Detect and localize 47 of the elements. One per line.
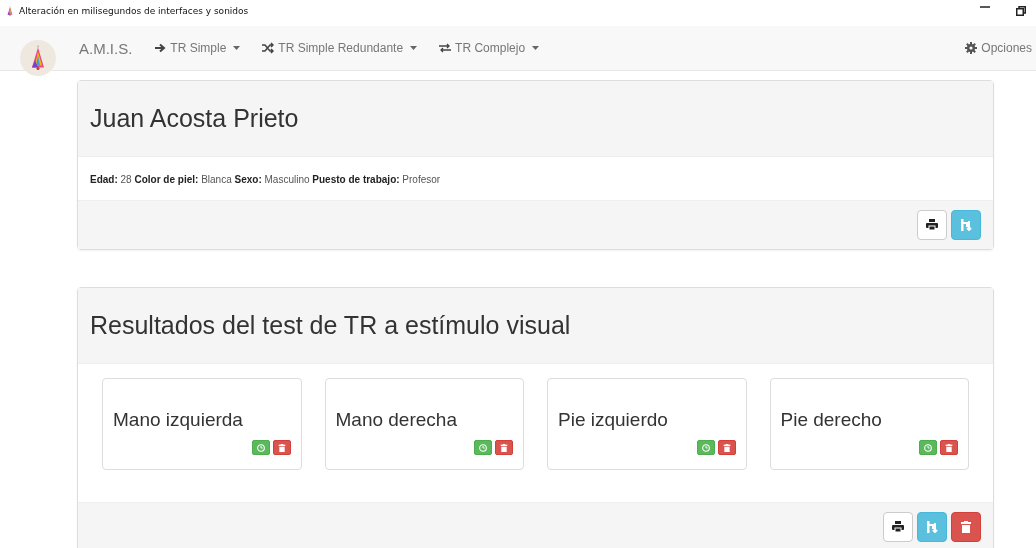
print-button[interactable]	[883, 512, 913, 542]
menu-dropdown[interactable]: TR Complejo	[439, 41, 540, 55]
person-name: Juan Acosta Prieto	[90, 104, 299, 133]
trash-icon	[722, 443, 731, 452]
card-title: Mano izquierda	[113, 409, 244, 431]
delete-button[interactable]	[717, 440, 736, 455]
gear-icon	[965, 42, 978, 54]
branch-icon	[926, 521, 938, 533]
arrow-right-icon	[154, 42, 167, 54]
card-title: Pie derecho	[780, 409, 883, 431]
trash-icon	[500, 443, 508, 452]
printer-icon	[926, 219, 938, 231]
trash-icon	[960, 521, 972, 533]
menu-dropdown[interactable]: TR Simple Redundante	[262, 41, 418, 55]
swap-icon	[439, 42, 452, 54]
clock-icon	[256, 443, 265, 452]
person-details: Edad: 28 Color de piel: Blanca Sexo: Masculino Puesto de trabajo: Profesor	[90, 173, 442, 187]
menu-dropdown[interactable]: TR Simple	[154, 41, 241, 55]
card-title: Pie izquierdo	[558, 409, 669, 431]
brand-link[interactable]: A.M.I.S.	[79, 39, 133, 57]
clock-icon	[479, 443, 487, 452]
shuffle-icon	[262, 42, 275, 54]
options-link[interactable]: Opciones	[965, 41, 1032, 55]
branch-icon	[960, 219, 972, 231]
delete-button[interactable]	[940, 440, 958, 455]
bell-icon	[6, 6, 14, 16]
time-button[interactable]	[919, 440, 937, 455]
delete-button[interactable]	[495, 440, 513, 455]
time-button[interactable]	[474, 440, 492, 455]
card-title: Mano derecha	[335, 409, 458, 431]
clock-icon	[924, 443, 932, 452]
trash-icon	[277, 443, 286, 452]
restore-icon	[1016, 6, 1026, 16]
delete-button[interactable]	[951, 512, 981, 542]
caret-icon	[532, 46, 540, 50]
clock-icon	[701, 443, 710, 452]
trash-icon	[945, 443, 953, 452]
printer-icon	[892, 521, 904, 533]
print-button[interactable]	[917, 210, 947, 240]
window-title: Alteración en milisegundos de interfaces y sonidos	[19, 6, 249, 16]
delete-button[interactable]	[272, 440, 291, 455]
results-title: Resultados del test de TR a estímulo visual	[90, 311, 571, 340]
caret-icon	[233, 46, 241, 50]
minimize-icon	[980, 6, 990, 8]
time-button[interactable]	[696, 440, 715, 455]
caret-icon	[410, 46, 418, 50]
time-button[interactable]	[251, 440, 270, 455]
